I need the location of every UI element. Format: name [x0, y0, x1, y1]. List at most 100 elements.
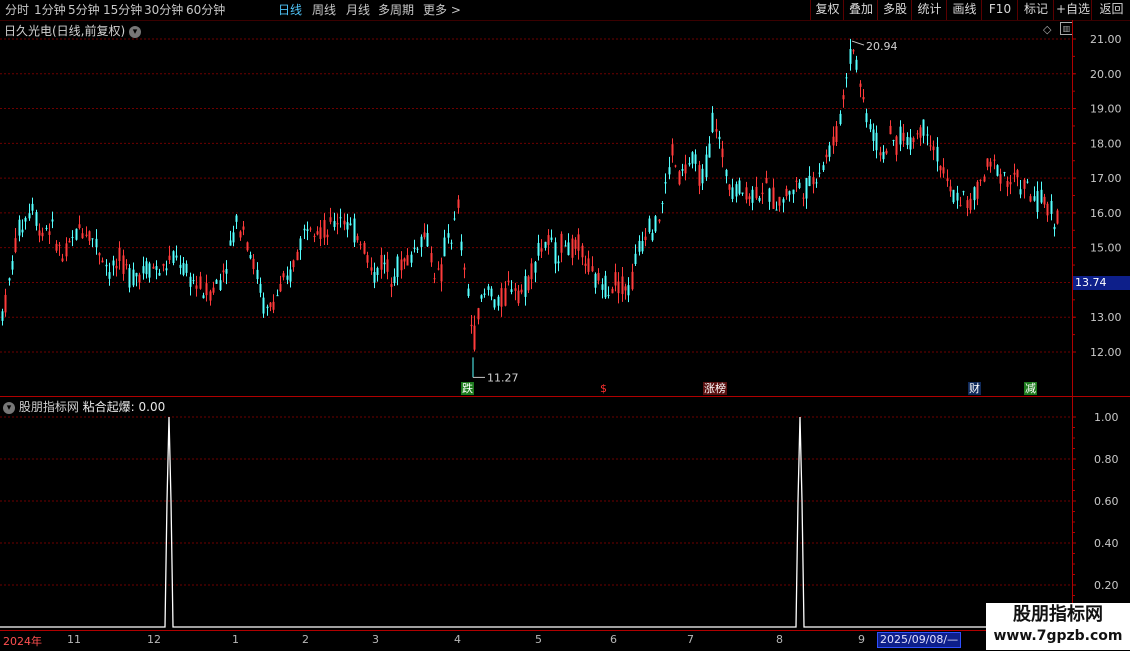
period-15min[interactable]: 15分钟 [103, 2, 142, 18]
candle-body [785, 188, 788, 197]
back-button[interactable]: 返回 [1091, 0, 1130, 20]
candle-body [772, 187, 775, 209]
candle-body [306, 229, 309, 231]
add-watchlist-button[interactable]: +自选 [1053, 0, 1092, 20]
candle-body [383, 262, 386, 265]
period-60min[interactable]: 60分钟 [186, 2, 225, 18]
fuquan-button[interactable]: 复权 [810, 0, 844, 20]
period-5min[interactable]: 5分钟 [68, 2, 100, 18]
candle-body [782, 199, 785, 203]
candle-body [959, 205, 962, 207]
candle-body [242, 226, 245, 230]
date-label-6: 6 [610, 633, 617, 646]
candle-body [232, 232, 235, 243]
candle-body [125, 264, 128, 266]
candle-body [688, 163, 691, 165]
indicator-chart[interactable]: 1.00 0.80 0.60 0.40 0.20 [0, 397, 1130, 630]
period-more[interactable]: 更多 > [423, 2, 461, 18]
candle-body [999, 174, 1002, 184]
candle-body [520, 289, 523, 293]
candle-body [490, 288, 493, 297]
candle-body [269, 302, 272, 307]
overlay-button[interactable]: 叠加 [843, 0, 878, 20]
candle-body [292, 260, 295, 268]
candle-body [222, 270, 225, 273]
candle-body [195, 285, 198, 289]
candle-body [986, 158, 989, 167]
candle-body [591, 266, 594, 272]
candle-body [631, 271, 634, 290]
candle-body [85, 234, 88, 236]
marker-dollar[interactable]: $ [599, 382, 608, 395]
candle-body [664, 182, 667, 184]
marker-fall[interactable]: 跌 [461, 382, 474, 395]
candle-body [534, 262, 537, 273]
period-monthly[interactable]: 月线 [346, 2, 370, 18]
candle-body [262, 297, 265, 314]
period-multi[interactable]: 多周期 [378, 2, 414, 18]
marker-reduce[interactable]: 减 [1024, 382, 1037, 395]
candle-body [353, 218, 356, 243]
candle-body [192, 280, 195, 282]
candle-body [751, 189, 754, 203]
candle-body [356, 236, 359, 241]
candle-body [728, 184, 731, 190]
candle-body [296, 251, 299, 261]
candle-body [24, 217, 27, 222]
candle-body [607, 294, 610, 296]
mark-button[interactable]: 标记 [1017, 0, 1054, 20]
candle-body [1029, 196, 1032, 202]
candle-body [65, 243, 68, 257]
candle-body [721, 148, 724, 158]
period-1min[interactable]: 1分钟 [34, 2, 66, 18]
candle-body [373, 272, 376, 283]
candle-body [828, 145, 831, 157]
candle-body [8, 278, 11, 281]
candle-body [185, 263, 188, 273]
price-axis-label: 16.00 [1090, 207, 1122, 220]
candle-body [581, 245, 584, 258]
multi-stock-button[interactable]: 多股 [877, 0, 912, 20]
f10-button[interactable]: F10 [981, 0, 1018, 20]
date-label-4: 4 [454, 633, 461, 646]
candle-body [674, 165, 677, 167]
candle-body [219, 280, 222, 290]
candle-body [550, 237, 553, 240]
candle-body [443, 237, 446, 257]
candle-body [711, 112, 714, 132]
candle-body [68, 240, 71, 243]
candle-body [78, 224, 81, 228]
candle-body [530, 263, 533, 280]
period-30min[interactable]: 30分钟 [144, 2, 183, 18]
date-label-9: 9 [858, 633, 865, 646]
candle-body [715, 129, 718, 132]
candle-body [895, 136, 898, 155]
candle-body [289, 269, 292, 282]
candle-body [380, 255, 383, 270]
price-axis-label: 18.00 [1090, 137, 1122, 150]
candle-body [1046, 203, 1049, 216]
marker-limit-up-list[interactable]: 涨榜 [703, 382, 727, 395]
candle-body [246, 242, 249, 251]
candle-body [403, 258, 406, 262]
candle-body [614, 272, 617, 286]
candle-body [272, 301, 275, 310]
candle-body [765, 177, 768, 184]
drawing-button[interactable]: 画线 [946, 0, 982, 20]
statistics-button[interactable]: 统计 [911, 0, 947, 20]
candle-body [681, 169, 684, 171]
period-fenshi[interactable]: 分时 [5, 2, 29, 18]
candle-body [661, 203, 664, 205]
candlestick-chart[interactable]: 21.0020.0019.0018.0017.0016.0015.0014.00… [0, 20, 1130, 397]
candle-body [1006, 181, 1009, 187]
period-daily[interactable]: 日线 [278, 2, 302, 18]
candle-body [205, 283, 208, 296]
candle-body [202, 295, 205, 299]
candle-body [101, 260, 104, 263]
date-label-11: 11 [67, 633, 81, 646]
candle-body [966, 200, 969, 208]
period-weekly[interactable]: 周线 [312, 2, 336, 18]
candle-body [390, 284, 393, 287]
candle-body [135, 272, 138, 277]
marker-finance[interactable]: 财 [968, 382, 981, 395]
